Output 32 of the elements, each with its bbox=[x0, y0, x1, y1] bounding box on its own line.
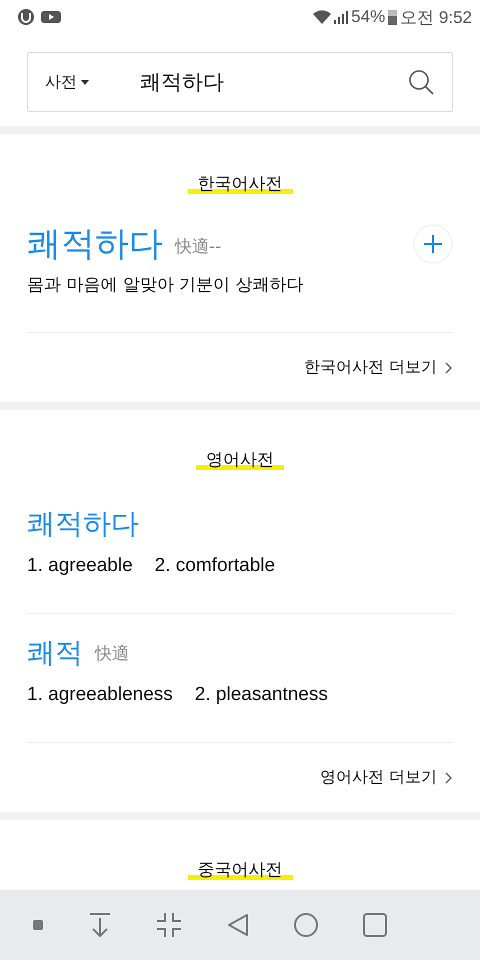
clock: 오전 9:52 bbox=[400, 6, 472, 28]
meaning-text: 2. comfortable bbox=[154, 555, 276, 577]
video-play-icon bbox=[41, 10, 61, 24]
headword-link[interactable]: 쾌적하다 bbox=[27, 221, 163, 267]
chevron-right-icon bbox=[445, 362, 453, 374]
meaning-text: 1. agreeable bbox=[27, 555, 133, 577]
headword-link[interactable]: 쾌적 bbox=[27, 634, 83, 672]
scope-dropdown[interactable]: 사전 bbox=[45, 72, 140, 92]
meaning-text: 2. pleasantness bbox=[194, 684, 328, 706]
caret-icon bbox=[81, 80, 89, 84]
app-icon bbox=[17, 9, 35, 25]
add-icon[interactable] bbox=[413, 224, 453, 264]
search-query: 쾌적하다 bbox=[140, 69, 225, 96]
definition-text: 몸과 마음에 알맞아 기분이 상쾌하다 bbox=[27, 274, 305, 296]
more-link[interactable]: 영어사전 더보기 bbox=[320, 767, 453, 788]
wifi-icon bbox=[313, 10, 332, 24]
home-icon[interactable] bbox=[294, 913, 318, 937]
signal-icon bbox=[334, 10, 348, 24]
more-link[interactable]: 한국어사전 더보기 bbox=[304, 357, 453, 378]
back-icon[interactable] bbox=[226, 913, 249, 937]
chevron-right-icon bbox=[445, 772, 453, 784]
search-field[interactable]: 사전 쾌적하다 bbox=[27, 52, 453, 112]
collapse-icon[interactable] bbox=[157, 913, 182, 937]
recents-icon[interactable] bbox=[363, 913, 388, 937]
search-icon[interactable] bbox=[408, 69, 434, 95]
battery-icon bbox=[388, 9, 398, 25]
download-icon[interactable] bbox=[88, 913, 112, 937]
hanja-text: 快適-- bbox=[175, 236, 222, 258]
hanja-text: 快適 bbox=[95, 642, 129, 664]
meaning-text: 1. agreeableness bbox=[27, 684, 173, 706]
battery-percent: 54% bbox=[351, 7, 386, 27]
headword-link[interactable]: 쾌적하다 bbox=[27, 505, 139, 543]
